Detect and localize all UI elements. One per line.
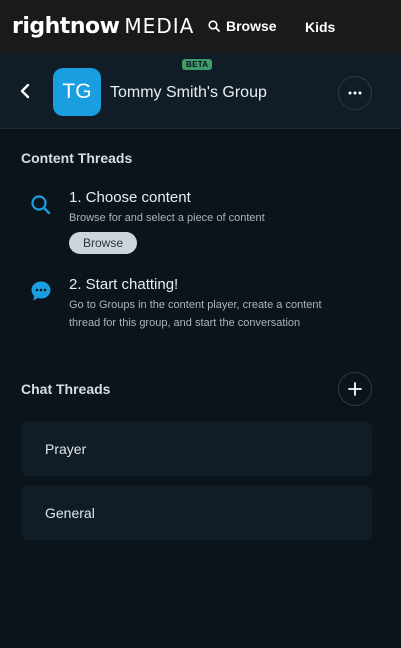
chat-thread-label: General [45, 505, 95, 521]
chat-thread-item[interactable]: Prayer [21, 421, 372, 476]
logo-sub-text: MEDIA [124, 14, 195, 38]
search-icon [30, 194, 52, 221]
logo-main-text: rightnow [12, 14, 120, 39]
browse-button[interactable]: Browse [69, 232, 137, 254]
ellipsis-icon [348, 91, 362, 95]
chat-icon [30, 280, 52, 307]
more-options-button[interactable] [338, 76, 372, 110]
step-start-chatting-description-line1: Go to Groups in the content player, crea… [69, 299, 322, 311]
nav-browse-label: Browse [226, 18, 277, 34]
chat-thread-label: Prayer [45, 441, 87, 457]
chat-thread-item[interactable]: General [21, 485, 372, 540]
plus-icon [348, 382, 362, 396]
top-nav: rightnow MEDIA Browse Kids [0, 0, 401, 53]
search-icon [208, 20, 220, 32]
rightnow-media-logo[interactable]: rightnow MEDIA [12, 14, 194, 39]
step-start-chatting-description-line2: thread for this group, and start the con… [69, 317, 301, 329]
step-choose-content-title: 1. Choose content [69, 189, 191, 206]
step-start-chatting-title: 2. Start chatting! [69, 276, 179, 293]
nav-browse-link[interactable]: Browse [208, 18, 277, 34]
chat-threads-heading: Chat Threads [21, 381, 111, 397]
group-initials: TG [62, 80, 92, 103]
add-chat-thread-button[interactable] [338, 372, 372, 406]
nav-kids-link[interactable]: Kids [305, 19, 335, 35]
beta-badge: BETA [182, 59, 213, 70]
back-button[interactable] [15, 81, 35, 101]
step-choose-content-description: Browse for and select a piece of content [69, 212, 265, 224]
group-name: Tommy Smith's Group [110, 84, 267, 101]
group-avatar: TG [53, 68, 101, 116]
content-threads-heading: Content Threads [21, 150, 133, 166]
chevron-left-icon [20, 83, 30, 99]
group-header: TG BETA Tommy Smith's Group [0, 53, 401, 129]
